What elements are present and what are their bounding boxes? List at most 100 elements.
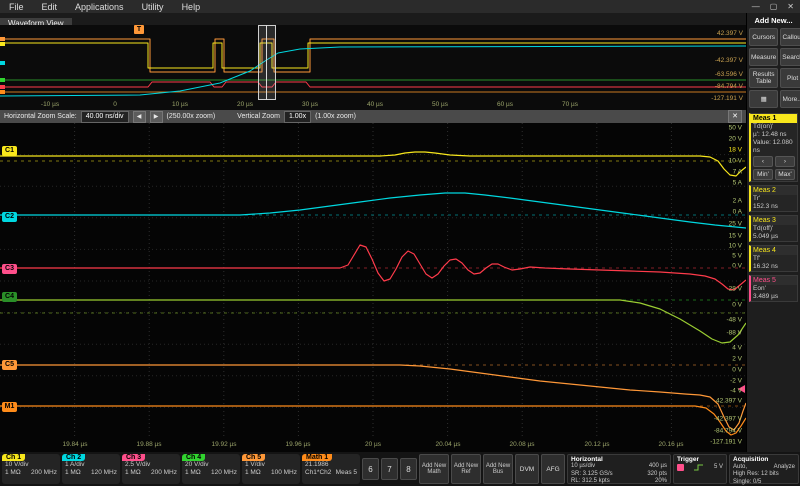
channel-name: Ch 2 — [62, 454, 85, 461]
scale-label: 25 V — [729, 221, 742, 228]
maximize-icon[interactable]: ▢ — [770, 2, 778, 11]
trigger-position-flag[interactable]: T — [134, 25, 144, 34]
dvm-button[interactable]: DVM — [515, 454, 539, 484]
afg-button[interactable]: AFG — [541, 454, 565, 484]
zoom-selection-box[interactable] — [258, 25, 276, 100]
minimize-icon[interactable]: — — [752, 2, 760, 11]
measure-button[interactable]: Measure — [749, 48, 778, 66]
digital-channel-7-button[interactable]: 7 — [381, 458, 398, 480]
digital-channel-8-button[interactable]: 8 — [400, 458, 417, 480]
add-new-button-grid: CursorsCalloutMeasureSearchResults Table… — [749, 28, 798, 108]
channel-settings-math1[interactable]: Math 121.1986Ch1*Ch2Meas 5 — [302, 454, 360, 484]
axis-label: 20.04 µs — [435, 441, 460, 448]
callout-button[interactable]: Callout — [780, 28, 800, 46]
meas-value: Tr' — [751, 195, 797, 203]
menu-utility[interactable]: Utility — [133, 2, 173, 12]
meas-value: Td(on)' — [751, 123, 797, 131]
vertical-zoom-value[interactable]: 1.00x — [284, 111, 311, 123]
axis-label: 19.92 µs — [211, 441, 236, 448]
overview-waveform-strip[interactable]: T -10 µs010 µs20 µs30 µs40 µs50 µs60 µs7… — [0, 25, 746, 111]
meas-badge-3[interactable]: Meas 3Td(off)'5.049 µs — [749, 215, 798, 242]
results-sidebar: Add New... CursorsCalloutMeasureSearchRe… — [746, 13, 800, 452]
meas-badge-1[interactable]: Meas 1Td(on)'µ': 12.48 nsValue: 12.080 n… — [749, 113, 798, 182]
menu-applications[interactable]: Applications — [66, 2, 133, 12]
channel-impedance: 1 MΩ — [245, 469, 261, 477]
channel-impedance: 1 MΩ — [125, 469, 141, 477]
channel-badge-c3[interactable]: C3 — [2, 264, 17, 274]
plot-button[interactable]: Plot — [780, 68, 800, 88]
meas-badge-2[interactable]: Meas 2Tr'152.3 ns — [749, 185, 798, 212]
horizontal-window: 400 µs — [649, 463, 667, 471]
scale-label: -88 V — [726, 330, 742, 337]
menu-help[interactable]: Help — [173, 2, 210, 12]
zoom-increase-button[interactable]: ▶ — [150, 111, 163, 123]
channel-bandwidth: 120 MHz — [91, 469, 117, 477]
meas-badge-5[interactable]: Meas 5Eon'3.489 µs — [749, 275, 798, 302]
menu-edit[interactable]: Edit — [33, 2, 67, 12]
horizontal-title: Horizontal — [571, 456, 603, 463]
trigger-level: 5 V — [714, 464, 723, 472]
main-traces — [0, 123, 746, 439]
settings-bar: Ch 110 V/div1 MΩ200 MHzCh 21 A/div1 MΩ12… — [0, 452, 800, 486]
meas-prev-button[interactable]: ‹ — [753, 156, 773, 167]
channel-settings-ch2[interactable]: Ch 21 A/div1 MΩ120 MHz — [62, 454, 120, 484]
add-new-ref-button[interactable]: Add New Ref — [451, 454, 481, 484]
channel-badge-c1[interactable]: C1 — [2, 146, 17, 156]
points: 320 pts — [647, 471, 667, 479]
scale-label: -63.596 V — [715, 71, 743, 78]
add-new-math-button[interactable]: Add New Math — [419, 454, 449, 484]
add-new-bus-button[interactable]: Add New Bus — [483, 454, 513, 484]
scale-label: 10 V — [729, 243, 742, 250]
channel-impedance: Ch1*Ch2 — [305, 469, 331, 477]
trigger-panel[interactable]: Trigger 5 V — [673, 454, 727, 484]
close-icon[interactable]: ✕ — [787, 2, 794, 11]
search-button[interactable]: Search — [780, 48, 800, 66]
channel-settings-ch5[interactable]: Ch 51 V/div1 MΩ100 MHz — [242, 454, 300, 484]
acquisition-title: Acquisition — [733, 456, 768, 464]
meas-title: Meas 2 — [751, 186, 797, 195]
rising-edge-icon — [694, 463, 704, 472]
channel-settings-ch3[interactable]: Ch 32.5 V/div1 MΩ200 MHz — [122, 454, 180, 484]
scale-label: 18 V — [729, 147, 742, 154]
more--button[interactable]: More... — [780, 90, 800, 108]
scale-label: 0 A — [733, 209, 742, 216]
acquisition-single: Single: 0/5 — [733, 479, 761, 486]
scale-label: -127.191 V — [711, 95, 743, 102]
acquisition-panel[interactable]: Acquisition Auto, Analyze High Res: 12 b… — [729, 454, 799, 484]
cursors-button[interactable]: Cursors — [749, 28, 778, 46]
horizontal-panel[interactable]: Horizontal 10 µs/div 400 µs SR: 3.125 GS… — [567, 454, 671, 484]
channel-badge-c2[interactable]: C2 — [2, 212, 17, 222]
plot-icon-button[interactable]: ▦ — [749, 90, 778, 108]
channel-badge-m1[interactable]: M1 — [2, 402, 17, 412]
acquisition-detail: High Res: 12 bits — [733, 471, 779, 479]
axis-label: 20 µs — [237, 101, 253, 108]
meas-min-button[interactable]: Min' — [753, 169, 773, 180]
meas-value: µ': 12.48 ns — [751, 131, 797, 139]
results-table-button[interactable]: Results Table — [749, 68, 778, 88]
scale-label: 42.397 V — [716, 398, 742, 405]
channel-badge-c4[interactable]: C4 — [2, 292, 17, 302]
digital-channel-6-button[interactable]: 6 — [362, 458, 379, 480]
vertical-zoom-factor: (1.00x zoom) — [315, 113, 356, 120]
horizontal-zoom-scale-value[interactable]: 40.00 ns/div — [81, 111, 129, 123]
scale-label: 0 V — [732, 263, 742, 270]
zoom-toolbar: Horizontal Zoom Scale: 40.00 ns/div ◀ ▶ … — [0, 110, 746, 123]
channel-impedance: 1 MΩ — [185, 469, 201, 477]
channel-scale: 10 V/div — [2, 461, 60, 469]
scale-label: 0 V — [732, 367, 742, 374]
meas-max-button[interactable]: Max' — [775, 169, 795, 180]
menu-file[interactable]: File — [0, 2, 33, 12]
channel-settings-ch1[interactable]: Ch 110 V/div1 MΩ200 MHz — [2, 454, 60, 484]
meas-badge-4[interactable]: Meas 4Tf'16.32 ns — [749, 245, 798, 272]
channel-badge-c5[interactable]: C5 — [2, 360, 17, 370]
scale-label: -42.397 V — [715, 57, 743, 64]
channel-settings-ch4[interactable]: Ch 420 V/div1 MΩ120 MHz — [182, 454, 240, 484]
zoom-close-icon[interactable]: ✕ — [728, 110, 742, 123]
axis-label: 60 µs — [497, 101, 513, 108]
add-new-header: Add New... — [749, 16, 798, 25]
waveform-graticule[interactable]: C1C2C3C4C5M1 19.84 µs19.88 µs19.92 µs19.… — [0, 123, 746, 452]
scale-label: 2 V — [732, 356, 742, 363]
trigger-title: Trigger — [677, 456, 699, 463]
meas-next-button[interactable]: › — [775, 156, 795, 167]
zoom-decrease-button[interactable]: ◀ — [133, 111, 146, 123]
